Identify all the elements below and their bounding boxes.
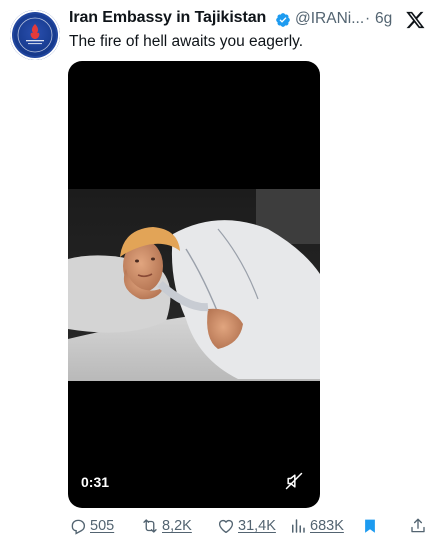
separator-dot: · [365, 10, 371, 27]
retweet-icon [143, 519, 157, 533]
views-icon [292, 519, 305, 533]
bookmark-icon [365, 519, 375, 533]
reply-icon [71, 519, 86, 535]
views-button[interactable]: 683K [289, 514, 344, 538]
tweet-header: Iran Embassy in Tajikistan @IRANi... · 6… [69, 9, 428, 31]
like-button[interactable]: 31,4K [217, 514, 276, 538]
video-frame [68, 189, 320, 381]
verified-badge-icon [276, 13, 290, 27]
bookmark-button[interactable] [361, 514, 382, 538]
x-logo-icon [406, 11, 425, 29]
video-duration: 0:31 [81, 474, 110, 490]
video-player[interactable]: 0:31 [68, 61, 320, 508]
tweet-actions: 505 8,2K 31,4K 683K [69, 514, 428, 538]
like-icon [218, 519, 234, 534]
reply-button[interactable]: 505 [69, 514, 114, 538]
tweet-text: The fire of hell awaits you eagerly. [69, 33, 304, 50]
view-count: 683K [310, 518, 344, 534]
mute-icon[interactable] [284, 471, 304, 491]
share-icon [411, 518, 425, 533]
retweet-count: 8,2K [162, 518, 192, 534]
embassy-emblem-icon [17, 17, 53, 53]
share-button[interactable] [409, 514, 430, 538]
avatar[interactable] [10, 10, 60, 60]
author-name[interactable]: Iran Embassy in Tajikistan [69, 9, 266, 27]
retweet-button[interactable]: 8,2K [141, 514, 192, 538]
like-count: 31,4K [238, 518, 276, 534]
reply-count: 505 [90, 518, 115, 534]
author-handle[interactable]: @IRANi... [295, 10, 364, 28]
post-time[interactable]: 6g [375, 10, 392, 28]
